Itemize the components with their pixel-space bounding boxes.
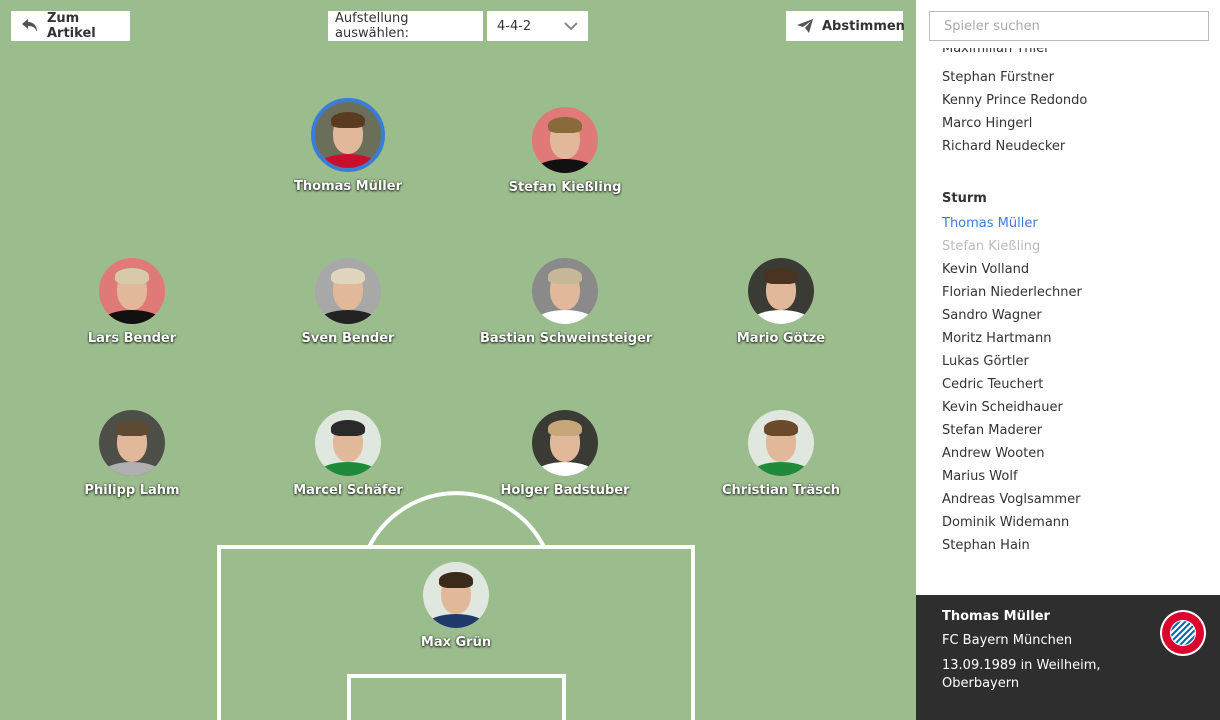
player-name: Stefan Kießling — [508, 180, 622, 195]
list-item[interactable]: Maximilian Thiel — [942, 48, 1048, 56]
list-item[interactable]: Florian Niederlechner — [942, 285, 1082, 300]
player-card[interactable]: Sven Bender — [263, 258, 433, 346]
paper-plane-icon — [797, 19, 813, 33]
player-name: Lars Bender — [87, 331, 177, 346]
player-name: Philipp Lahm — [84, 483, 180, 498]
player-card[interactable]: Bastian Schweinsteiger — [480, 258, 653, 346]
player-name: Marcel Schäfer — [293, 483, 403, 498]
list-item[interactable]: Andrew Wooten — [942, 446, 1045, 461]
reply-arrow-icon — [22, 19, 37, 32]
player-card[interactable]: Max Grün — [371, 562, 541, 650]
vote-button-label: Abstimmen — [822, 18, 905, 34]
list-item[interactable]: Stephan Hain — [942, 538, 1030, 553]
formation-label: Aufstellung auswählen: — [328, 11, 483, 41]
info-birth-details: 13.09.1989 in Weilheim, Oberbayern — [942, 658, 1101, 691]
player-card[interactable]: Holger Badstuber — [480, 410, 650, 498]
player-name: Bastian Schweinsteiger — [480, 331, 653, 346]
formation-value: 4-4-2 — [497, 18, 532, 34]
list-item[interactable]: Kevin Scheidhauer — [942, 400, 1063, 415]
player-info-panel: Thomas Müller FC Bayern München 13.09.19… — [916, 595, 1220, 720]
back-to-article-button[interactable]: Zum Artikel — [11, 11, 130, 41]
player-avatar — [748, 258, 814, 324]
list-item[interactable]: Marco Hingerl — [942, 116, 1032, 131]
sidebar: Maximilian Thiel Stephan Fürstner Kenny … — [916, 0, 1220, 720]
player-avatar — [532, 410, 598, 476]
player-avatar — [532, 258, 598, 324]
player-avatar — [532, 107, 598, 173]
list-item[interactable]: Marius Wolf — [942, 469, 1018, 484]
player-name: Holger Badstuber — [500, 483, 630, 498]
back-button-label: Zum Artikel — [47, 11, 96, 41]
club-logo-icon — [1160, 610, 1206, 656]
player-card[interactable]: Christian Träsch — [696, 410, 866, 498]
player-avatar — [315, 410, 381, 476]
list-item[interactable]: Richard Neudecker — [942, 139, 1065, 154]
list-item-selected[interactable]: Thomas Müller — [942, 216, 1038, 231]
player-card[interactable]: Philipp Lahm — [47, 410, 217, 498]
info-player-name: Thomas Müller — [942, 609, 1050, 624]
player-search-input[interactable] — [929, 11, 1209, 41]
list-item[interactable]: Sandro Wagner — [942, 308, 1042, 323]
player-card[interactable]: Stefan Kießling — [480, 107, 650, 195]
section-heading-sturm: Sturm — [942, 191, 987, 206]
list-item[interactable]: Moritz Hartmann — [942, 331, 1051, 346]
list-item-disabled: Stefan Kießling — [942, 239, 1041, 254]
player-avatar — [423, 562, 489, 628]
player-card[interactable]: Marcel Schäfer — [263, 410, 433, 498]
player-avatar — [311, 98, 385, 172]
pitch: Zum Artikel Aufstellung auswählen: 4-4-2… — [0, 0, 916, 720]
list-item[interactable]: Andreas Voglsammer — [942, 492, 1080, 507]
player-name: Sven Bender — [301, 331, 395, 346]
list-item[interactable]: Stephan Fürstner — [942, 70, 1054, 85]
player-avatar — [99, 410, 165, 476]
player-avatar — [748, 410, 814, 476]
player-name: Max Grün — [420, 635, 492, 650]
list-item[interactable]: Kevin Volland — [942, 262, 1029, 277]
player-name: Christian Träsch — [722, 483, 840, 498]
player-card[interactable]: Mario Götze — [696, 258, 866, 346]
list-item[interactable]: Stefan Maderer — [942, 423, 1042, 438]
list-item[interactable]: Lukas Görtler — [942, 354, 1029, 369]
player-avatar — [99, 258, 165, 324]
player-name: Mario Götze — [736, 331, 826, 346]
player-name: Thomas Müller — [294, 179, 402, 194]
player-card[interactable]: Lars Bender — [47, 258, 217, 346]
player-card[interactable]: Thomas Müller — [263, 98, 433, 194]
info-club-name: FC Bayern München — [942, 633, 1073, 648]
player-avatar — [315, 258, 381, 324]
chevron-down-icon — [564, 21, 578, 30]
player-list: Maximilian Thiel Stephan Fürstner Kenny … — [916, 48, 1220, 595]
vote-button[interactable]: Abstimmen — [786, 11, 905, 41]
list-item[interactable]: Cedric Teuchert — [942, 377, 1043, 392]
formation-select[interactable]: 4-4-2 — [487, 11, 588, 41]
list-item[interactable]: Dominik Widemann — [942, 515, 1069, 530]
list-item[interactable]: Kenny Prince Redondo — [942, 93, 1087, 108]
